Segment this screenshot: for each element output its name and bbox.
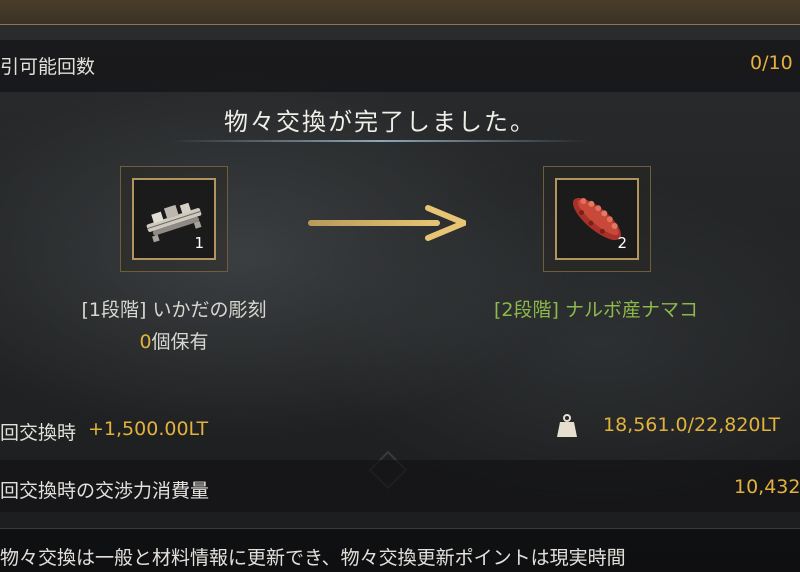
sea-cucumber-icon: 2 [561,184,633,254]
given-item-owned-value: 0 [139,331,152,353]
trade-count-row: 引可能回数 0/10 [0,40,800,92]
window-header-bar [0,0,800,25]
given-item-slot[interactable]: 1 [120,166,228,272]
given-item-name: [1段階] いかだの彫刻 [81,299,267,321]
carving-icon: 1 [138,184,210,254]
received-item-slot[interactable]: 2 [543,166,651,272]
footer-info-band: 物々交換は一般と材料情報に更新でき、物々交換更新ポイントは現実時間 [0,528,800,572]
given-item-frame: 1 [132,178,216,260]
arrow-right-icon [308,205,466,241]
trade-count-label: 引可能回数 [0,56,96,78]
given-item-owned-suffix: 個保有 [151,331,209,353]
energy-row-label: 回交換時の交渉力消費量 [0,480,210,502]
trade-count-value: 0/10 [750,52,793,74]
weight-row-label: 回交換時 [0,422,77,444]
weight-delta: +1,500.00LT [88,418,209,440]
given-item-count: 1 [194,234,204,252]
received-item-frame: 2 [555,178,639,260]
weight-value: 18,561.0/22,820LT [603,414,781,436]
energy-value: 10,432 [734,476,800,498]
weight-icon [557,414,577,437]
result-title-text: 物々交換が完了しました。 [224,108,536,136]
footer-text: 物々交換は一般と材料情報に更新でき、物々交換更新ポイントは現実時間 [0,547,626,569]
given-item-owned: 0個保有 [56,327,292,354]
title-underline [170,140,590,142]
energy-row: 回交換時の交渉力消費量 10,432 [0,460,800,512]
result-title: 物々交換が完了しました。 [170,102,590,142]
received-item-name: [2段階] ナルボ産ナマコ [494,299,698,321]
received-item-count: 2 [617,234,627,252]
